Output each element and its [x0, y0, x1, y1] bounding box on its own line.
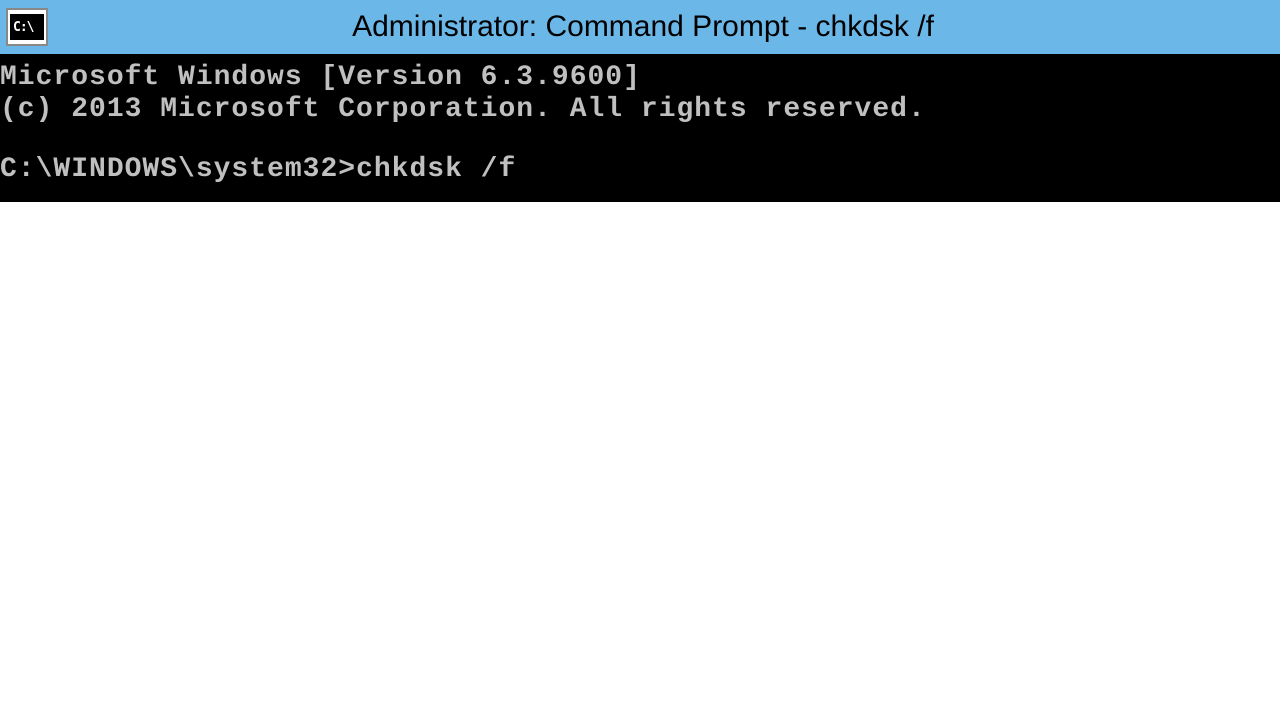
- copyright-line: (c) 2013 Microsoft Corporation. All righ…: [0, 94, 1280, 126]
- command-input[interactable]: [356, 154, 756, 185]
- terminal-output[interactable]: Microsoft Windows [Version 6.3.9600] (c)…: [0, 54, 1280, 202]
- cmd-icon: C:\: [6, 8, 48, 46]
- prompt-text: C:\WINDOWS\system32>: [0, 154, 356, 185]
- version-line: Microsoft Windows [Version 6.3.9600]: [0, 62, 1280, 94]
- cmd-icon-text: C:\: [13, 20, 33, 35]
- window-titlebar[interactable]: C:\ Administrator: Command Prompt - chkd…: [0, 0, 1280, 54]
- cmd-icon-inner: C:\: [10, 14, 44, 40]
- prompt-line: C:\WINDOWS\system32>: [0, 154, 1280, 186]
- window-title: Administrator: Command Prompt - chkdsk /…: [56, 10, 1280, 44]
